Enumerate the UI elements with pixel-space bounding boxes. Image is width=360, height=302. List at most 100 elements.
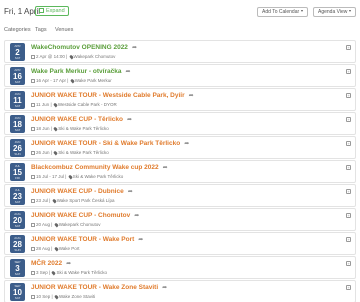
share-icon[interactable]: ➦ xyxy=(132,44,137,51)
event-row[interactable]: AUG 20 SAT JUNIOR WAKE CUP - Chomutov ➦ 2… xyxy=(4,208,356,231)
add-to-calendar-button[interactable]: Add To Calendar xyxy=(257,7,309,17)
badge-weekday: SAT xyxy=(14,272,21,276)
event-meta: 20 Aug | Wakepark Chomutov xyxy=(31,222,101,227)
calendar-icon xyxy=(31,174,35,179)
share-icon[interactable]: ➦ xyxy=(66,260,71,267)
event-row[interactable]: JUN 18 SAT JUNIOR WAKE CUP - Těrlicko ➦ 1… xyxy=(4,112,356,135)
event-title-row: WakeChomutov OPENING 2022 ➦ xyxy=(31,44,137,51)
event-title-link[interactable]: JUNIOR WAKE TOUR - Ski & Wake Park Těrli… xyxy=(31,140,180,147)
event-title-link[interactable]: JUNIOR WAKE TOUR - Wake Zone Staviti xyxy=(31,284,158,291)
event-venue: Ski & Wake Park Těrlicko xyxy=(58,150,109,155)
event-meta: 23 Jul | Wake Sport Park Česká Lípa xyxy=(31,198,115,203)
event-title-link[interactable]: MČR 2022 xyxy=(31,260,62,267)
expand-event-icon[interactable]: + xyxy=(346,189,351,194)
share-icon[interactable]: ➦ xyxy=(128,188,133,195)
event-venue: Wakepark Chomutov xyxy=(73,54,116,59)
event-row[interactable]: JUN 26 SUN JUNIOR WAKE TOUR - Ski & Wake… xyxy=(4,136,356,159)
share-icon[interactable]: ➦ xyxy=(127,116,132,123)
expand-label: Expand xyxy=(46,8,65,14)
event-date: 15 Jul - 17 Jul xyxy=(36,174,65,179)
share-icon[interactable]: ➦ xyxy=(134,212,139,219)
event-title-link[interactable]: JUNIOR WAKE CUP - Dubnice xyxy=(31,188,124,195)
date-badge: APR 16 SAT xyxy=(10,67,25,85)
event-title-row: JUNIOR WAKE TOUR - Ski & Wake Park Těrli… xyxy=(31,140,189,147)
filter-bar: Categories Tags Venues xyxy=(0,25,360,37)
event-meta: 15 Jul - 17 Jul | Ski & Wake Park Těrlic… xyxy=(31,174,123,179)
event-date: 3 Sep xyxy=(36,270,48,275)
event-row[interactable]: APR 16 SAT Wake Park Merkur - otvíračka ➦… xyxy=(4,64,356,87)
event-meta: 28 Aug | Wake Port xyxy=(31,246,80,251)
expand-button[interactable]: Expand xyxy=(35,6,69,16)
badge-month: JUN xyxy=(14,92,21,96)
event-row[interactable]: JUL 23 SAT JUNIOR WAKE CUP - Dubnice ➦ 23… xyxy=(4,184,356,207)
event-row[interactable]: AUG 28 SUN JUNIOR WAKE TOUR - Wake Port ➦… xyxy=(4,232,356,255)
event-date: 16 Apr - 17 Apr xyxy=(36,78,67,83)
event-meta: 10 Sep | Wake Zone Staviti xyxy=(31,294,95,299)
agenda-view-button[interactable]: Agenda View xyxy=(313,7,357,17)
event-date: 2 Apr @ 14:00 xyxy=(36,54,65,59)
calendar-icon xyxy=(31,78,35,83)
event-venue: Wake Park Merkur xyxy=(74,78,112,83)
share-icon[interactable]: ➦ xyxy=(184,140,189,147)
event-date: 20 Aug xyxy=(36,222,51,227)
expand-event-icon[interactable]: + xyxy=(346,213,351,218)
event-title-link[interactable]: JUNIOR WAKE TOUR - Wake Port xyxy=(31,236,134,243)
badge-weekday: SUN xyxy=(14,152,21,156)
expand-event-icon[interactable]: + xyxy=(346,117,351,122)
event-venue: Wake Zone Staviti xyxy=(58,294,96,299)
expand-event-icon[interactable]: + xyxy=(346,69,351,74)
event-venue: Ski & Wake Park Těrlicko xyxy=(72,174,124,179)
filter-categories[interactable]: Categories xyxy=(4,27,31,33)
event-title-link[interactable]: JUNIOR WAKE CUP - Těrlicko xyxy=(31,116,123,123)
badge-month: SEP xyxy=(14,284,21,288)
event-meta: 11 Jun | Westside Cable Park - DYOR xyxy=(31,102,117,107)
badge-month: SEP xyxy=(14,260,21,264)
date-badge: AUG 20 SAT xyxy=(10,211,25,229)
share-icon[interactable]: ➦ xyxy=(189,92,194,99)
event-row[interactable]: APR 2 SAT WakeChomutov OPENING 2022 ➦ 2 A… xyxy=(4,40,356,63)
event-meta: 26 Jun | Ski & Wake Park Těrlicko xyxy=(31,150,109,155)
share-icon[interactable]: ➦ xyxy=(163,164,168,171)
expand-event-icon[interactable]: + xyxy=(346,93,351,98)
badge-weekday: FRI xyxy=(15,176,20,180)
date-badge: JUN 11 SAT xyxy=(10,91,25,109)
share-icon[interactable]: ➦ xyxy=(162,284,167,291)
filter-tags[interactable]: Tags xyxy=(35,27,47,33)
event-venue: Ski & Wake Park Těrlicko xyxy=(58,126,109,131)
event-date: 10 Sep xyxy=(36,294,51,299)
event-title-row: Blackcombuz Community Wake cup 2022 ➦ xyxy=(31,164,168,171)
share-icon[interactable]: ➦ xyxy=(138,236,143,243)
date-badge: AUG 28 SUN xyxy=(10,235,25,253)
expand-event-icon[interactable]: + xyxy=(346,261,351,266)
event-row[interactable]: JUL 15 FRI Blackcombuz Community Wake cu… xyxy=(4,160,356,183)
event-row[interactable]: JUN 11 SAT JUNIOR WAKE TOUR - Westside C… xyxy=(4,88,356,111)
event-date: 18 Jun xyxy=(36,126,50,131)
badge-month: AUG xyxy=(14,212,21,216)
event-title-link[interactable]: Blackcombuz Community Wake cup 2022 xyxy=(31,164,159,171)
expand-event-icon[interactable]: + xyxy=(346,45,351,50)
event-title-link[interactable]: JUNIOR WAKE TOUR - Westside Cable Park, … xyxy=(31,92,185,99)
event-title-link[interactable]: Wake Park Merkur - otvíračka xyxy=(31,68,121,75)
date-badge: SEP 3 SAT xyxy=(10,259,25,277)
badge-weekday: SUN xyxy=(14,248,21,252)
event-title-row: JUNIOR WAKE TOUR - Wake Port ➦ xyxy=(31,236,143,243)
badge-weekday: SAT xyxy=(14,296,21,300)
event-venue: Wake Port xyxy=(58,246,80,251)
event-meta: 3 Sep | Ski & Wake Park Těrlicko xyxy=(31,270,107,275)
expand-event-icon[interactable]: + xyxy=(346,237,351,242)
expand-event-icon[interactable]: + xyxy=(346,165,351,170)
badge-month: JUL xyxy=(14,164,21,168)
calendar-icon xyxy=(31,126,35,131)
date-badge: JUL 15 FRI xyxy=(10,163,25,181)
expand-event-icon[interactable]: + xyxy=(346,285,351,290)
filter-venues[interactable]: Venues xyxy=(55,27,73,33)
event-row[interactable]: SEP 3 SAT MČR 2022 ➦ 3 Sep | Ski & Wake P… xyxy=(4,256,356,279)
badge-weekday: SAT xyxy=(14,224,21,228)
share-icon[interactable]: ➦ xyxy=(125,68,130,75)
event-title-link[interactable]: WakeChomutov OPENING 2022 xyxy=(31,44,128,51)
event-row[interactable]: SEP 10 SAT JUNIOR WAKE TOUR - Wake Zone … xyxy=(4,280,356,302)
event-title-link[interactable]: JUNIOR WAKE CUP - Chomutov xyxy=(31,212,130,219)
event-date: 28 Aug xyxy=(36,246,51,251)
add-to-calendar-label: Add To Calendar xyxy=(262,9,300,15)
expand-event-icon[interactable]: + xyxy=(346,141,351,146)
